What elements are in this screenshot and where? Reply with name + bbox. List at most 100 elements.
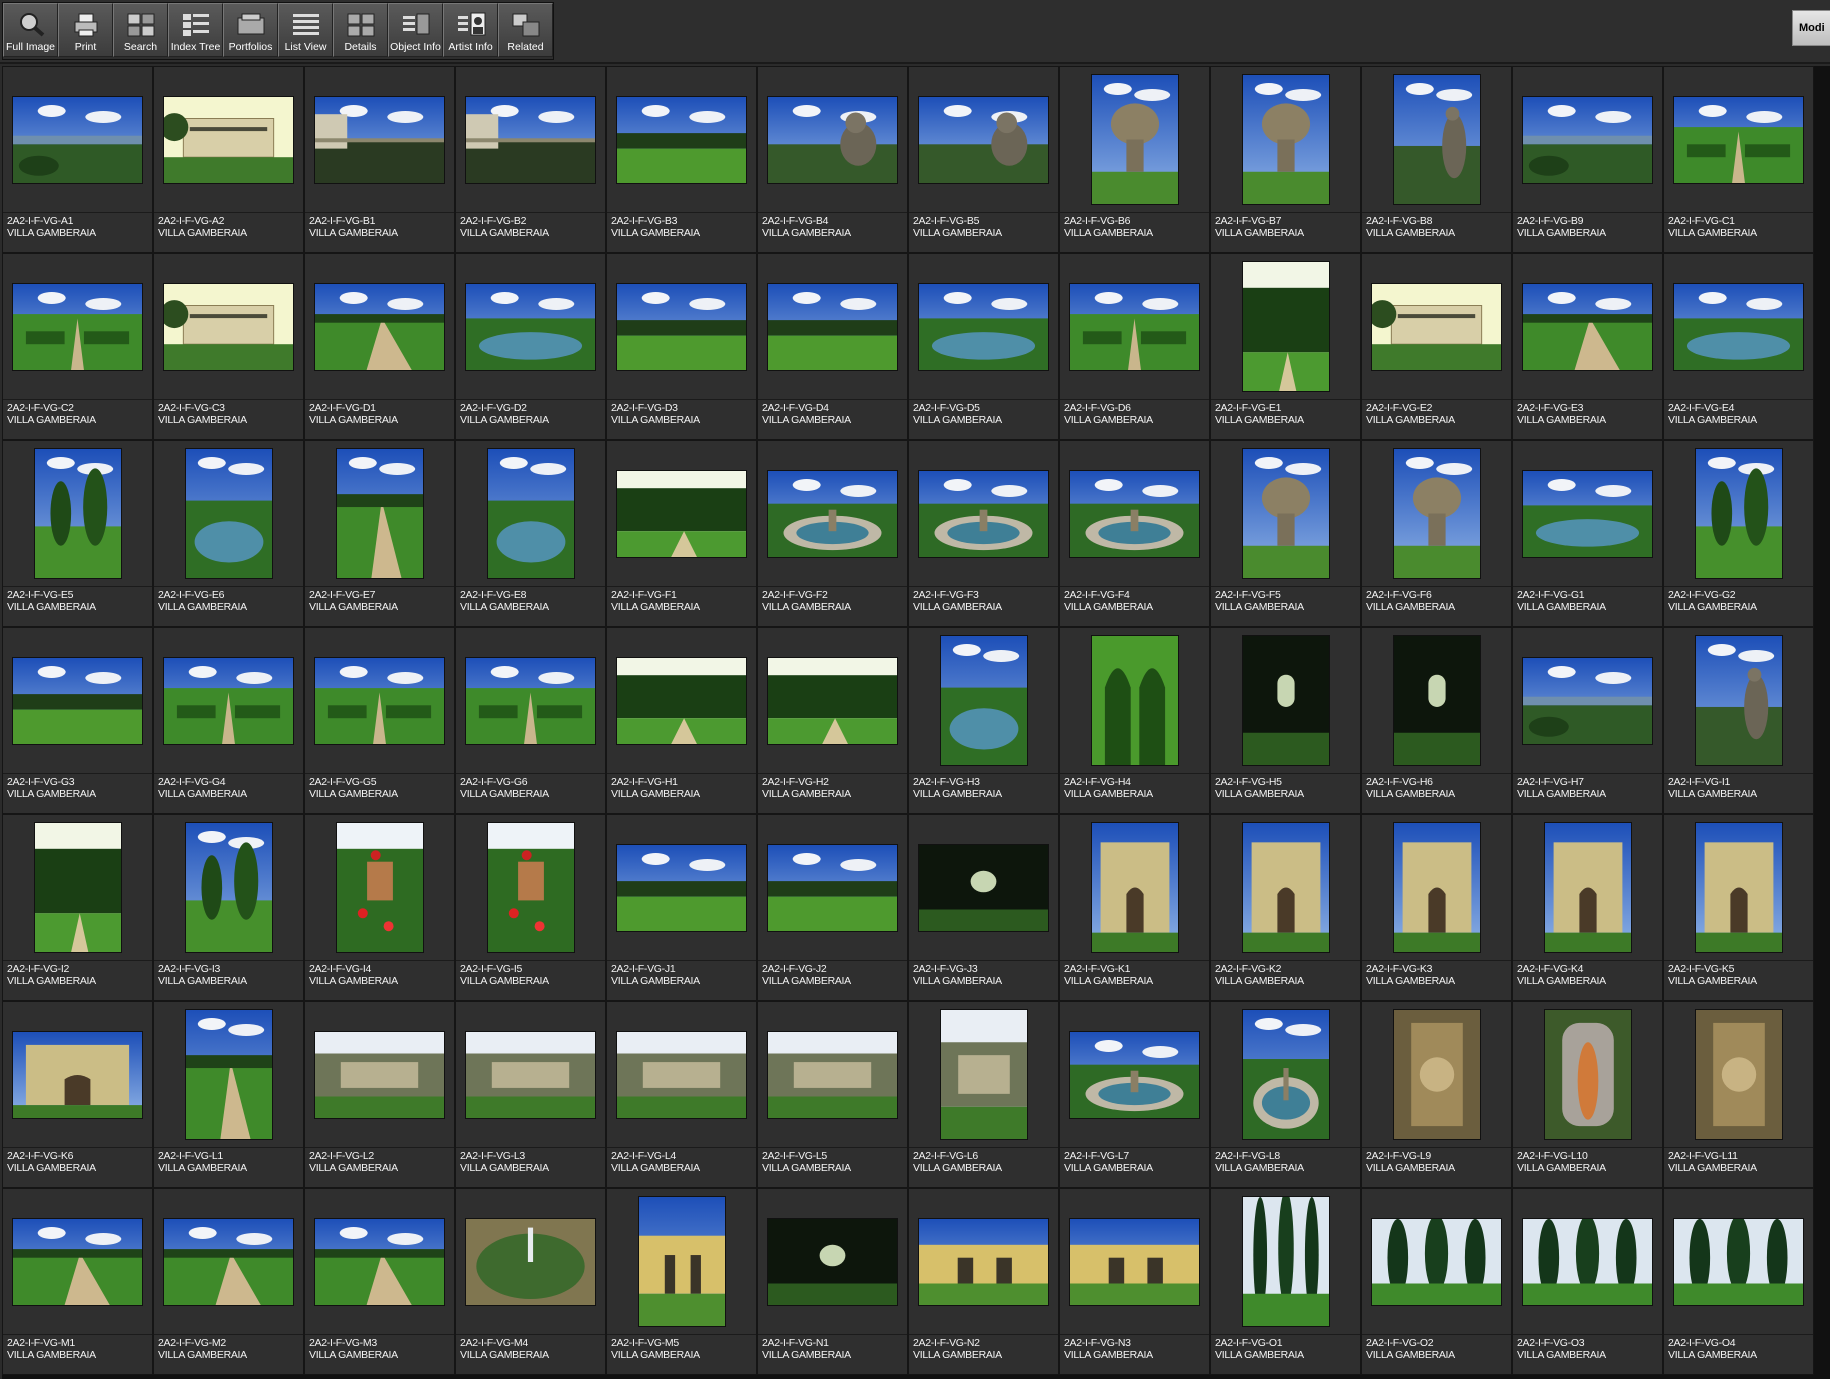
garden-photo-thumbnail[interactable] (164, 96, 293, 183)
toolbar-button-index-tree[interactable]: Index Tree (168, 3, 223, 57)
thumbnail-cell[interactable]: 2A2-I-F-VG-L4 VILLA GAMBERAIA (606, 1001, 757, 1188)
garden-photo-thumbnail[interactable] (1393, 75, 1480, 204)
garden-photo-thumbnail[interactable] (1674, 283, 1803, 370)
thumbnail-cell[interactable]: 2A2-I-F-VG-K3 VILLA GAMBERAIA (1361, 814, 1512, 1001)
garden-photo-thumbnail[interactable] (1091, 636, 1178, 765)
toolbar-button-related[interactable]: Related (498, 3, 553, 57)
garden-photo-thumbnail[interactable] (919, 283, 1048, 370)
thumbnail-cell[interactable]: 2A2-I-F-VG-L7 VILLA GAMBERAIA (1059, 1001, 1210, 1188)
thumbnail-cell[interactable]: 2A2-I-F-VG-K1 VILLA GAMBERAIA (1059, 814, 1210, 1001)
thumbnail-cell[interactable]: 2A2-I-F-VG-G3 VILLA GAMBERAIA (2, 627, 153, 814)
garden-photo-thumbnail[interactable] (1544, 823, 1631, 952)
thumbnail-cell[interactable]: 2A2-I-F-VG-A2 VILLA GAMBERAIA (153, 66, 304, 253)
toolbar-button-print[interactable]: Print (58, 3, 113, 57)
thumbnail-cell[interactable]: 2A2-I-F-VG-L9 VILLA GAMBERAIA (1361, 1001, 1512, 1188)
garden-photo-thumbnail[interactable] (34, 449, 121, 578)
thumbnail-cell[interactable]: 2A2-I-F-VG-K2 VILLA GAMBERAIA (1210, 814, 1361, 1001)
garden-photo-thumbnail[interactable] (1523, 1218, 1652, 1305)
thumbnail-cell[interactable]: 2A2-I-F-VG-B6 VILLA GAMBERAIA (1059, 66, 1210, 253)
thumbnail-cell[interactable]: 2A2-I-F-VG-H1 VILLA GAMBERAIA (606, 627, 757, 814)
toolbar-button-search[interactable]: Search (113, 3, 168, 57)
thumbnail-cell[interactable]: 2A2-I-F-VG-D5 VILLA GAMBERAIA (908, 253, 1059, 440)
garden-photo-thumbnail[interactable] (466, 657, 595, 744)
thumbnail-cell[interactable]: 2A2-I-F-VG-O4 VILLA GAMBERAIA (1663, 1188, 1814, 1375)
thumbnail-cell[interactable]: 2A2-I-F-VG-D4 VILLA GAMBERAIA (757, 253, 908, 440)
garden-photo-thumbnail[interactable] (768, 283, 897, 370)
thumbnail-cell[interactable]: 2A2-I-F-VG-I2 VILLA GAMBERAIA (2, 814, 153, 1001)
garden-photo-thumbnail[interactable] (1091, 823, 1178, 952)
thumbnail-cell[interactable]: 2A2-I-F-VG-I3 VILLA GAMBERAIA (153, 814, 304, 1001)
garden-photo-thumbnail[interactable] (1070, 283, 1199, 370)
garden-photo-thumbnail[interactable] (315, 1031, 444, 1118)
toolbar-button-artist-info[interactable]: Artist Info (443, 3, 498, 57)
garden-photo-thumbnail[interactable] (1523, 657, 1652, 744)
garden-photo-thumbnail[interactable] (768, 844, 897, 931)
thumbnail-cell[interactable]: 2A2-I-F-VG-E4 VILLA GAMBERAIA (1663, 253, 1814, 440)
thumbnail-cell[interactable]: 2A2-I-F-VG-H3 VILLA GAMBERAIA (908, 627, 1059, 814)
garden-photo-thumbnail[interactable] (466, 96, 595, 183)
thumbnail-cell[interactable]: 2A2-I-F-VG-B3 VILLA GAMBERAIA (606, 66, 757, 253)
thumbnail-cell[interactable]: 2A2-I-F-VG-M2 VILLA GAMBERAIA (153, 1188, 304, 1375)
garden-photo-thumbnail[interactable] (919, 96, 1048, 183)
garden-photo-thumbnail[interactable] (185, 823, 272, 952)
thumbnail-cell[interactable]: 2A2-I-F-VG-L11 VILLA GAMBERAIA (1663, 1001, 1814, 1188)
garden-photo-thumbnail[interactable] (315, 283, 444, 370)
garden-photo-thumbnail[interactable] (13, 657, 142, 744)
garden-photo-thumbnail[interactable] (315, 1218, 444, 1305)
thumbnail-cell[interactable]: 2A2-I-F-VG-K4 VILLA GAMBERAIA (1512, 814, 1663, 1001)
garden-photo-thumbnail[interactable] (940, 1010, 1027, 1139)
garden-photo-thumbnail[interactable] (1242, 1197, 1329, 1326)
thumbnail-cell[interactable]: 2A2-I-F-VG-M1 VILLA GAMBERAIA (2, 1188, 153, 1375)
toolbar-button-details[interactable]: Details (333, 3, 388, 57)
thumbnail-cell[interactable]: 2A2-I-F-VG-D3 VILLA GAMBERAIA (606, 253, 757, 440)
garden-photo-thumbnail[interactable] (315, 96, 444, 183)
thumbnail-cell[interactable]: 2A2-I-F-VG-N2 VILLA GAMBERAIA (908, 1188, 1059, 1375)
garden-photo-thumbnail[interactable] (315, 657, 444, 744)
garden-photo-thumbnail[interactable] (768, 1031, 897, 1118)
thumbnail-cell[interactable]: 2A2-I-F-VG-D6 VILLA GAMBERAIA (1059, 253, 1210, 440)
garden-photo-thumbnail[interactable] (1523, 470, 1652, 557)
thumbnail-cell[interactable]: 2A2-I-F-VG-B9 VILLA GAMBERAIA (1512, 66, 1663, 253)
thumbnail-cell[interactable]: 2A2-I-F-VG-B8 VILLA GAMBERAIA (1361, 66, 1512, 253)
thumbnail-cell[interactable]: 2A2-I-F-VG-M5 VILLA GAMBERAIA (606, 1188, 757, 1375)
thumbnail-cell[interactable]: 2A2-I-F-VG-O3 VILLA GAMBERAIA (1512, 1188, 1663, 1375)
garden-photo-thumbnail[interactable] (617, 844, 746, 931)
garden-photo-thumbnail[interactable] (1393, 1010, 1480, 1139)
garden-photo-thumbnail[interactable] (1393, 823, 1480, 952)
garden-photo-thumbnail[interactable] (1091, 75, 1178, 204)
garden-photo-thumbnail[interactable] (1544, 1010, 1631, 1139)
garden-photo-thumbnail[interactable] (768, 470, 897, 557)
thumbnail-cell[interactable]: 2A2-I-F-VG-C3 VILLA GAMBERAIA (153, 253, 304, 440)
garden-photo-thumbnail[interactable] (1372, 1218, 1501, 1305)
thumbnail-cell[interactable]: 2A2-I-F-VG-H5 VILLA GAMBERAIA (1210, 627, 1361, 814)
thumbnail-cell[interactable]: 2A2-I-F-VG-F1 VILLA GAMBERAIA (606, 440, 757, 627)
garden-photo-thumbnail[interactable] (1242, 75, 1329, 204)
thumbnail-cell[interactable]: 2A2-I-F-VG-G5 VILLA GAMBERAIA (304, 627, 455, 814)
thumbnail-cell[interactable]: 2A2-I-F-VG-O1 VILLA GAMBERAIA (1210, 1188, 1361, 1375)
thumbnail-cell[interactable]: 2A2-I-F-VG-B7 VILLA GAMBERAIA (1210, 66, 1361, 253)
thumbnail-cell[interactable]: 2A2-I-F-VG-M4 VILLA GAMBERAIA (455, 1188, 606, 1375)
thumbnail-cell[interactable]: 2A2-I-F-VG-B2 VILLA GAMBERAIA (455, 66, 606, 253)
garden-photo-thumbnail[interactable] (1393, 636, 1480, 765)
thumbnail-cell[interactable]: 2A2-I-F-VG-F6 VILLA GAMBERAIA (1361, 440, 1512, 627)
garden-photo-thumbnail[interactable] (919, 470, 1048, 557)
garden-photo-thumbnail[interactable] (617, 657, 746, 744)
garden-photo-thumbnail[interactable] (13, 96, 142, 183)
garden-photo-thumbnail[interactable] (1242, 262, 1329, 391)
thumbnail-cell[interactable]: 2A2-I-F-VG-E2 VILLA GAMBERAIA (1361, 253, 1512, 440)
garden-photo-thumbnail[interactable] (1523, 96, 1652, 183)
garden-photo-thumbnail[interactable] (164, 657, 293, 744)
garden-photo-thumbnail[interactable] (466, 283, 595, 370)
garden-photo-thumbnail[interactable] (487, 449, 574, 578)
garden-photo-thumbnail[interactable] (13, 1031, 142, 1118)
garden-photo-thumbnail[interactable] (164, 283, 293, 370)
thumbnail-cell[interactable]: 2A2-I-F-VG-B1 VILLA GAMBERAIA (304, 66, 455, 253)
garden-photo-thumbnail[interactable] (1695, 823, 1782, 952)
thumbnail-cell[interactable]: 2A2-I-F-VG-H6 VILLA GAMBERAIA (1361, 627, 1512, 814)
garden-photo-thumbnail[interactable] (768, 657, 897, 744)
garden-photo-thumbnail[interactable] (13, 283, 142, 370)
thumbnail-cell[interactable]: 2A2-I-F-VG-G2 VILLA GAMBERAIA (1663, 440, 1814, 627)
thumbnail-cell[interactable]: 2A2-I-F-VG-O2 VILLA GAMBERAIA (1361, 1188, 1512, 1375)
toolbar-button-list-view[interactable]: List View (278, 3, 333, 57)
thumbnail-cell[interactable]: 2A2-I-F-VG-G6 VILLA GAMBERAIA (455, 627, 606, 814)
